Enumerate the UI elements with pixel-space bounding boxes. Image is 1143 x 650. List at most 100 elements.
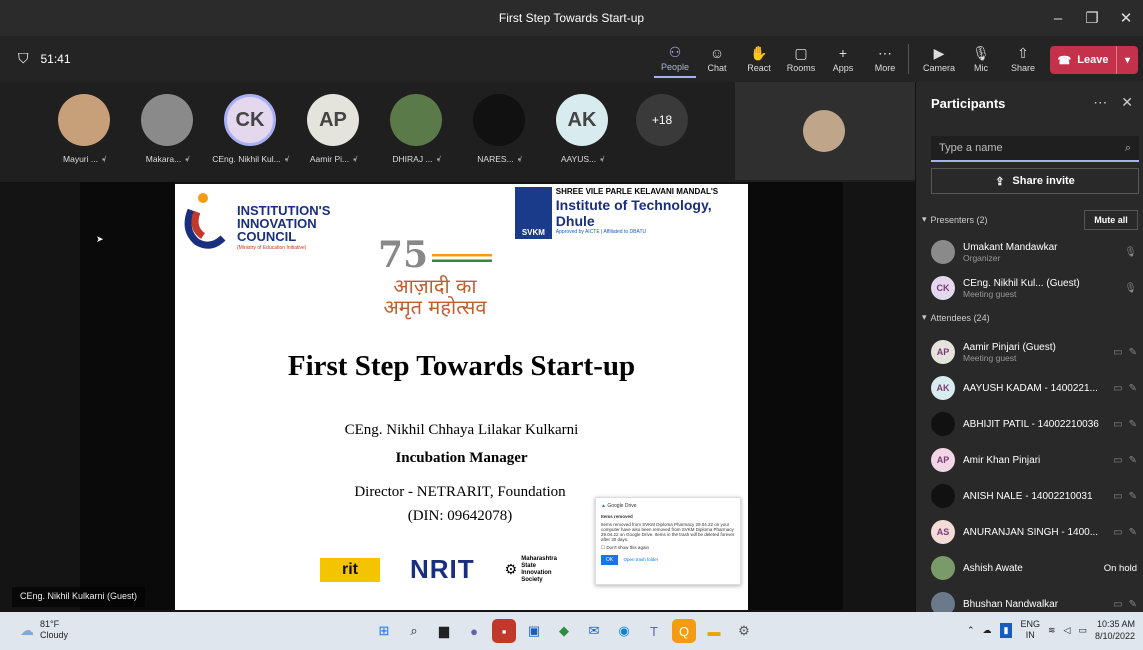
apps-icon: + — [838, 44, 848, 61]
camera-button[interactable]: ▶ Camera — [918, 40, 960, 78]
svkm-line3: Approved by AICTE | Affiliated to DBATU — [555, 229, 647, 235]
share-button[interactable]: ⇧ Share — [1002, 40, 1044, 78]
participant-row[interactable]: Umakant Mandawkar Organizer 🎙 — [931, 236, 1141, 268]
taskbar-apps: ⊞ ⌕ ▆ ● ▪ ▣ ◆ ✉ ◉ T Q ▬ ⚙ — [372, 619, 756, 643]
chevron-down-icon: ▾ — [922, 312, 927, 322]
participant-name: Bhushan Nandwalkar — [963, 598, 1059, 610]
close-button[interactable]: ✕ — [1109, 0, 1143, 36]
iic-subtitle: (Ministry of Education Initiative) — [237, 245, 307, 251]
task-view-icon[interactable]: ▆ — [432, 619, 456, 643]
store-icon[interactable]: ▣ — [522, 619, 546, 643]
participant-tile[interactable]: CK CEng. Nikhil Kul... ▪̸ — [210, 94, 290, 164]
avatar: AP — [931, 448, 955, 472]
google-drive-notification[interactable]: ▲ Google Drive Items removed Items remov… — [595, 497, 741, 585]
participant-tile[interactable]: Makara... ▪̸ — [127, 94, 207, 164]
wifi-icon[interactable]: ≋ — [1048, 625, 1056, 636]
volume-icon[interactable]: ◁ — [1064, 625, 1071, 636]
participant-tile[interactable]: AP Aamir Pi... ▪̸ — [293, 94, 373, 164]
mic-button[interactable]: 🎙 Mic — [960, 40, 1002, 78]
participant-row[interactable]: ANISH NALE - 14002210031 ▭ ✎ — [931, 480, 1141, 512]
app-icon-orange[interactable]: Q — [672, 619, 696, 643]
checkbox-icon[interactable]: ☐ — [601, 545, 605, 550]
participant-tile[interactable]: Mayuri ... ▪̸ — [44, 94, 124, 164]
mic-off-icon: ✎ — [1128, 418, 1137, 430]
mail-icon[interactable]: ✉ — [582, 619, 606, 643]
weather-desc: Cloudy — [40, 630, 69, 640]
participant-name: NARES... — [477, 154, 514, 164]
cloud-icon: ☁ — [20, 621, 34, 638]
close-panel-icon[interactable]: ✕ — [1121, 94, 1133, 111]
participant-row[interactable]: AP Aamir Pinjari (Guest) Meeting guest ▭ ✎ — [931, 336, 1141, 368]
participant-tile[interactable]: NARES... ▪̸ — [459, 94, 539, 164]
toolbar-more-button[interactable]: ⋯ More — [864, 40, 906, 78]
mic-tray-icon[interactable]: ▮ — [999, 622, 1013, 638]
weather-widget[interactable]: ☁ 81°F Cloudy — [20, 619, 68, 641]
search-icon[interactable]: ⌕ — [402, 619, 426, 643]
teams-icon[interactable]: T — [642, 619, 666, 643]
battery-icon[interactable]: ▭ — [1078, 625, 1087, 636]
react-icon: ✋ — [750, 44, 768, 61]
people-icon: ⚇ — [668, 43, 682, 60]
toolbar-rooms-button[interactable]: ▢ Rooms — [780, 40, 822, 78]
microphone-icon[interactable]: 🎙 — [1124, 247, 1137, 258]
toolbar-chat-button[interactable]: ☺ Chat — [696, 40, 738, 78]
toolbar-react-button[interactable]: ✋ React — [738, 40, 780, 78]
clock[interactable]: 10:35 AM 8/10/2022 — [1095, 618, 1135, 642]
edge-icon[interactable]: ◉ — [612, 619, 636, 643]
leave-button[interactable]: ☎ Leave ▾ — [1050, 46, 1138, 74]
rooms-icon: ▢ — [794, 44, 808, 61]
rit-logo: rit — [320, 557, 380, 582]
leave-options-chevron-icon[interactable]: ▾ — [1116, 46, 1138, 74]
camera-off-icon: ▭ — [1113, 454, 1123, 466]
participant-row[interactable]: Ashish Awate On hold — [931, 552, 1141, 584]
avatar: CK — [224, 94, 276, 146]
participant-tile[interactable]: AK AAYUS... ▪̸ — [542, 94, 622, 164]
lang-region: IN — [1025, 630, 1035, 640]
toolbar-apps-button[interactable]: + Apps — [822, 40, 864, 78]
maps-icon[interactable]: ◆ — [552, 619, 576, 643]
tool-label: Chat — [707, 62, 727, 73]
attendees-heading: Attendees (24) — [930, 312, 990, 323]
presenters-section-toggle[interactable]: ▾ Presenters (2) — [922, 214, 988, 225]
start-icon[interactable]: ⊞ — [372, 619, 396, 643]
participant-name: AAYUS... — [560, 154, 597, 164]
app-icon-red[interactable]: ▪ — [492, 619, 516, 643]
overflow-tile[interactable]: +18 — [622, 94, 702, 146]
participant-name: Ashish Awate — [963, 562, 1023, 574]
participant-row[interactable]: CK CEng. Nikhil Kul... (Guest) Meeting gue… — [931, 272, 1141, 304]
attendees-section-toggle[interactable]: ▾ Attendees (24) — [922, 312, 990, 323]
maximize-button[interactable]: ❐ — [1075, 0, 1109, 36]
lang-code: ENG — [1020, 619, 1040, 629]
chevron-up-icon[interactable]: ⌃ — [967, 625, 975, 636]
microphone-icon[interactable]: 🎙 — [1124, 283, 1137, 294]
minimize-button[interactable]: – — [1041, 0, 1075, 36]
participant-tile[interactable]: DHIRAJ ... ▪̸ — [376, 94, 456, 164]
weather-temp: 81°F — [40, 619, 60, 629]
more-options-icon[interactable]: ⋯ — [1093, 94, 1107, 111]
mic-off-icon: ✎ — [1128, 454, 1137, 466]
popup-ok-button[interactable]: OK — [601, 555, 619, 565]
presentation-slide: INSTITUTION'S INNOVATION COUNCIL (Minist… — [175, 184, 748, 610]
participant-row[interactable]: AS ANURANJAN SINGH - 1400... ▭ ✎ — [931, 516, 1141, 548]
popup-open-trash-link[interactable]: Open trash folder — [624, 557, 659, 562]
search-input[interactable]: Type a name ⌕ — [931, 136, 1139, 162]
file-explorer-icon[interactable]: ▬ — [702, 619, 726, 643]
partner-logos: rit NRIT ⚙ Maharashtra State Innovation … — [320, 554, 561, 585]
settings-icon[interactable]: ⚙ — [732, 619, 756, 643]
participant-row[interactable]: AK AAYUSH KADAM - 1400221... ▭ ✎ — [931, 372, 1141, 404]
participant-role: Organizer — [963, 252, 1001, 263]
clock-time: 10:35 AM — [1096, 619, 1135, 629]
participant-row[interactable]: ABHIJIT PATIL - 14002210036 ▭ ✎ — [931, 408, 1141, 440]
toolbar-people-button[interactable]: ⚇ People — [654, 40, 696, 78]
share-invite-button[interactable]: ⇪ Share invite — [931, 168, 1139, 194]
onedrive-icon[interactable]: ☁ — [983, 625, 992, 636]
speaker-role: Incubation Manager — [395, 450, 528, 466]
avatar: AP — [307, 94, 359, 146]
chat-app-icon[interactable]: ● — [462, 619, 486, 643]
participant-row[interactable]: AP Amir Khan Pinjari ▭ ✎ — [931, 444, 1141, 476]
svkm-header: SVKM SHREE VILE PARLE KELAVANI MANDAL'S … — [515, 187, 748, 239]
muted-mic-icon: ▪̸ — [353, 154, 357, 164]
mic-off-icon: ✎ — [1128, 526, 1137, 538]
mute-all-button[interactable]: Mute all — [1084, 210, 1138, 230]
tool-label: Rooms — [786, 62, 816, 73]
